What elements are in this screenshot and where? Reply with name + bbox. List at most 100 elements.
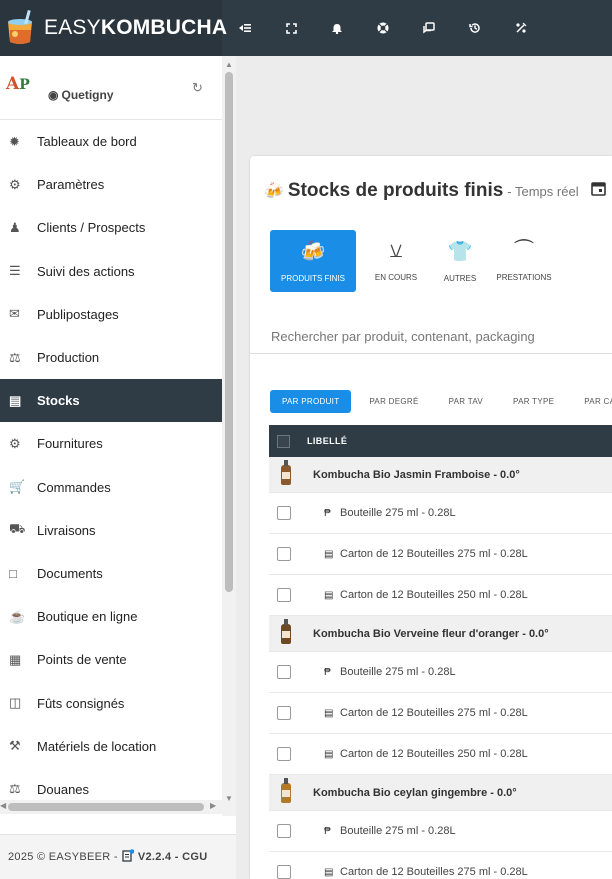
table-row[interactable]: ▤ Carton de 12 Bouteilles 250 ml - 0.28L [269, 734, 612, 775]
product-image [273, 459, 299, 488]
sidebar-item-label: Publipostages [37, 306, 119, 322]
sidebar-item-fournitures[interactable]: ⚙ Fournitures [0, 422, 222, 465]
packaging-label: Carton de 12 Bouteilles 275 ml - 0.28L [340, 548, 528, 560]
row-checkbox[interactable] [277, 506, 291, 520]
group-tab-par-type[interactable]: PAR TYPE [513, 397, 554, 406]
scrollbar-thumb[interactable] [8, 803, 204, 811]
help-icon[interactable] [360, 0, 406, 56]
account-name: LA PETITE KOMBUCHERIE [44, 74, 169, 84]
row-checkbox[interactable] [277, 547, 291, 561]
row-checkbox[interactable] [277, 747, 291, 761]
select-all-checkbox[interactable] [277, 434, 290, 448]
product-row[interactable]: Kombucha Bio ceylan gingembre - 0.0° [269, 775, 612, 811]
tab-autres[interactable]: 👕 AUTRES [428, 230, 492, 292]
scroll-right-icon[interactable]: ▶ [210, 801, 216, 810]
table-row[interactable]: ▤ Carton de 12 Bouteilles 275 ml - 0.28L [269, 693, 612, 734]
sidebar-item-documents[interactable]: □ Documents [0, 552, 222, 595]
switch-account-icon[interactable]: ↻ [192, 80, 203, 96]
sidebar-item-publipostages[interactable]: ✉ Publipostages [0, 293, 222, 336]
group-tab-par-cate[interactable]: PAR CATÉ [584, 397, 612, 406]
sidebar-item-label: Points de vente [37, 652, 127, 668]
group-tab-par-tav[interactable]: PAR TAV [449, 397, 483, 406]
scroll-down-icon[interactable]: ▼ [225, 794, 233, 803]
table-row[interactable]: ₱ Bouteille 275 ml - 0.28L [269, 652, 612, 693]
sidebar-item-commandes[interactable]: 🛒 Commandes [0, 466, 222, 509]
pdf-icon: □ [9, 565, 17, 581]
sidebar-item-label: Documents [37, 565, 103, 581]
table-row[interactable]: ₱ Bouteille 275 ml - 0.28L [269, 493, 612, 534]
packaging-label: Carton de 12 Bouteilles 250 ml - 0.28L [340, 589, 528, 601]
sidebar-item-livraisons[interactable]: ⛟ Livraisons [0, 509, 222, 552]
sidebar-horizontal-scrollbar[interactable]: ◀ ▶ [0, 800, 222, 814]
product-image [273, 618, 299, 647]
sidebar-vertical-scrollbar[interactable]: ▲ ▼ [222, 56, 236, 816]
sidebar-item-materiels-de-location[interactable]: ⚒ Matériels de location [0, 725, 222, 768]
sidebar-item-suivi-des-actions[interactable]: ☰ Suivi des actions [0, 250, 222, 293]
tab-produits-finis[interactable]: 🍻 PRODUITS FINIS [270, 230, 356, 292]
table-row[interactable]: ▤ Carton de 12 Bouteilles 250 ml - 0.28L [269, 575, 612, 616]
row-checkbox[interactable] [277, 706, 291, 720]
brand[interactable]: EASYKOMBUCHA [0, 0, 227, 56]
settings-icon: ⚙ [9, 176, 21, 192]
search-input[interactable]: Rechercher par produit, contenant, packa… [250, 316, 612, 354]
category-tabs: 🍻 PRODUITS FINIS ⚺ EN COURS 👕 AUTRES ⏜ PRESTATI… [270, 230, 556, 292]
page-title-text: Stocks de produits finis [287, 180, 504, 201]
sidebar-item-stocks[interactable]: ▤ Stocks [0, 379, 222, 423]
packaging-label: Bouteille 275 ml - 0.28L [340, 825, 456, 837]
location-pin-icon: ◉ [48, 88, 59, 102]
store-icon: ▦ [9, 651, 22, 667]
sidebar-item-tableaux-de-bord[interactable]: ✹ Tableaux de bord [0, 120, 222, 163]
row-checkbox[interactable] [277, 665, 291, 679]
bell-icon[interactable] [314, 0, 360, 56]
row-checkbox[interactable] [277, 588, 291, 602]
sidebar-item-futs-consignes[interactable]: ◫ Fûts consignés [0, 681, 222, 724]
scroll-left-icon[interactable]: ◀ [0, 801, 6, 810]
version-link[interactable]: V2.2.4 - CGU [138, 851, 208, 863]
row-checkbox[interactable] [277, 824, 291, 838]
stock-table: Kombucha Bio Jasmin Framboise - 0.0° ₱ Bou… [269, 457, 612, 879]
tab-prestations[interactable]: ⏜ PRESTATIONS [492, 230, 556, 292]
group-tab-par-degre[interactable]: PAR DEGRÉ [369, 397, 418, 406]
bottle-icon: ₱ [324, 825, 331, 837]
scrollbar-thumb[interactable] [225, 72, 233, 592]
sidebar-item-clients-prospects[interactable]: ♟ Clients / Prospects [0, 206, 222, 249]
tab-en-cours[interactable]: ⚺ EN COURS [364, 230, 428, 292]
fullscreen-icon[interactable] [268, 0, 314, 56]
scroll-up-icon[interactable]: ▲ [225, 60, 233, 69]
calendar-icon[interactable] [590, 181, 606, 200]
dashboard-icon: ✹ [9, 133, 20, 149]
sidebar-item-boutique-en-ligne[interactable]: ☕ Boutique en ligne [0, 595, 222, 638]
history-icon[interactable] [452, 0, 498, 56]
carton-icon: ▤ [324, 589, 334, 601]
tab-label: PRODUITS FINIS [280, 274, 345, 283]
collapse-menu-icon[interactable] [222, 0, 268, 56]
sidebar-item-label: Suivi des actions [37, 263, 135, 279]
sidebar-footer: 2025 © EASYBEER - V2.2.4 - CGU [0, 834, 236, 879]
comments-icon[interactable] [406, 0, 452, 56]
page-subtitle: - Temps réel [507, 184, 579, 199]
account-switcher[interactable]: AP LA PETITE KOMBUCHERIE ◉ Quetigny ↻ [0, 56, 222, 120]
bottle-crate-icon: 🍻 [300, 241, 326, 263]
percent-icon[interactable] [498, 0, 544, 56]
table-row[interactable]: ₱ Bouteille 275 ml - 0.28L [269, 811, 612, 852]
table-row[interactable]: ▤ Carton de 12 Bouteilles 275 ml - 0.28L [269, 534, 612, 575]
sidebar: AP LA PETITE KOMBUCHERIE ◉ Quetigny ↻ ✹ Ta… [0, 56, 236, 879]
brand-name: EASYKOMBUCHA [44, 16, 228, 39]
sidebar-item-production[interactable]: ⚖ Production [0, 336, 222, 379]
sidebar-item-parametres[interactable]: ⚙ Paramètres [0, 163, 222, 206]
sidebar-item-label: Clients / Prospects [37, 220, 146, 236]
sidebar-item-label: Tableaux de bord [37, 134, 137, 150]
sidebar-item-label: Commandes [37, 479, 111, 495]
mail-icon: ✉ [9, 306, 20, 322]
group-tab-par-produit[interactable]: PAR PRODUIT [270, 390, 352, 413]
truck-icon: ⛟ [9, 521, 26, 537]
sidebar-item-points-de-vente[interactable]: ▦ Points de vente [0, 638, 222, 681]
product-row[interactable]: Kombucha Bio Jasmin Framboise - 0.0° [269, 457, 612, 493]
copyright-text: 2025 © EASYBEER - [8, 851, 118, 863]
document-icon [122, 849, 135, 865]
product-row[interactable]: Kombucha Bio Verveine fleur d'oranger - … [269, 616, 612, 652]
table-row[interactable]: ▤ Carton de 12 Bouteilles 275 ml - 0.28L [269, 852, 612, 879]
row-checkbox[interactable] [277, 865, 291, 879]
bottle-icon: ₱ [324, 666, 331, 678]
cart-icon: 🛒 [9, 479, 26, 495]
